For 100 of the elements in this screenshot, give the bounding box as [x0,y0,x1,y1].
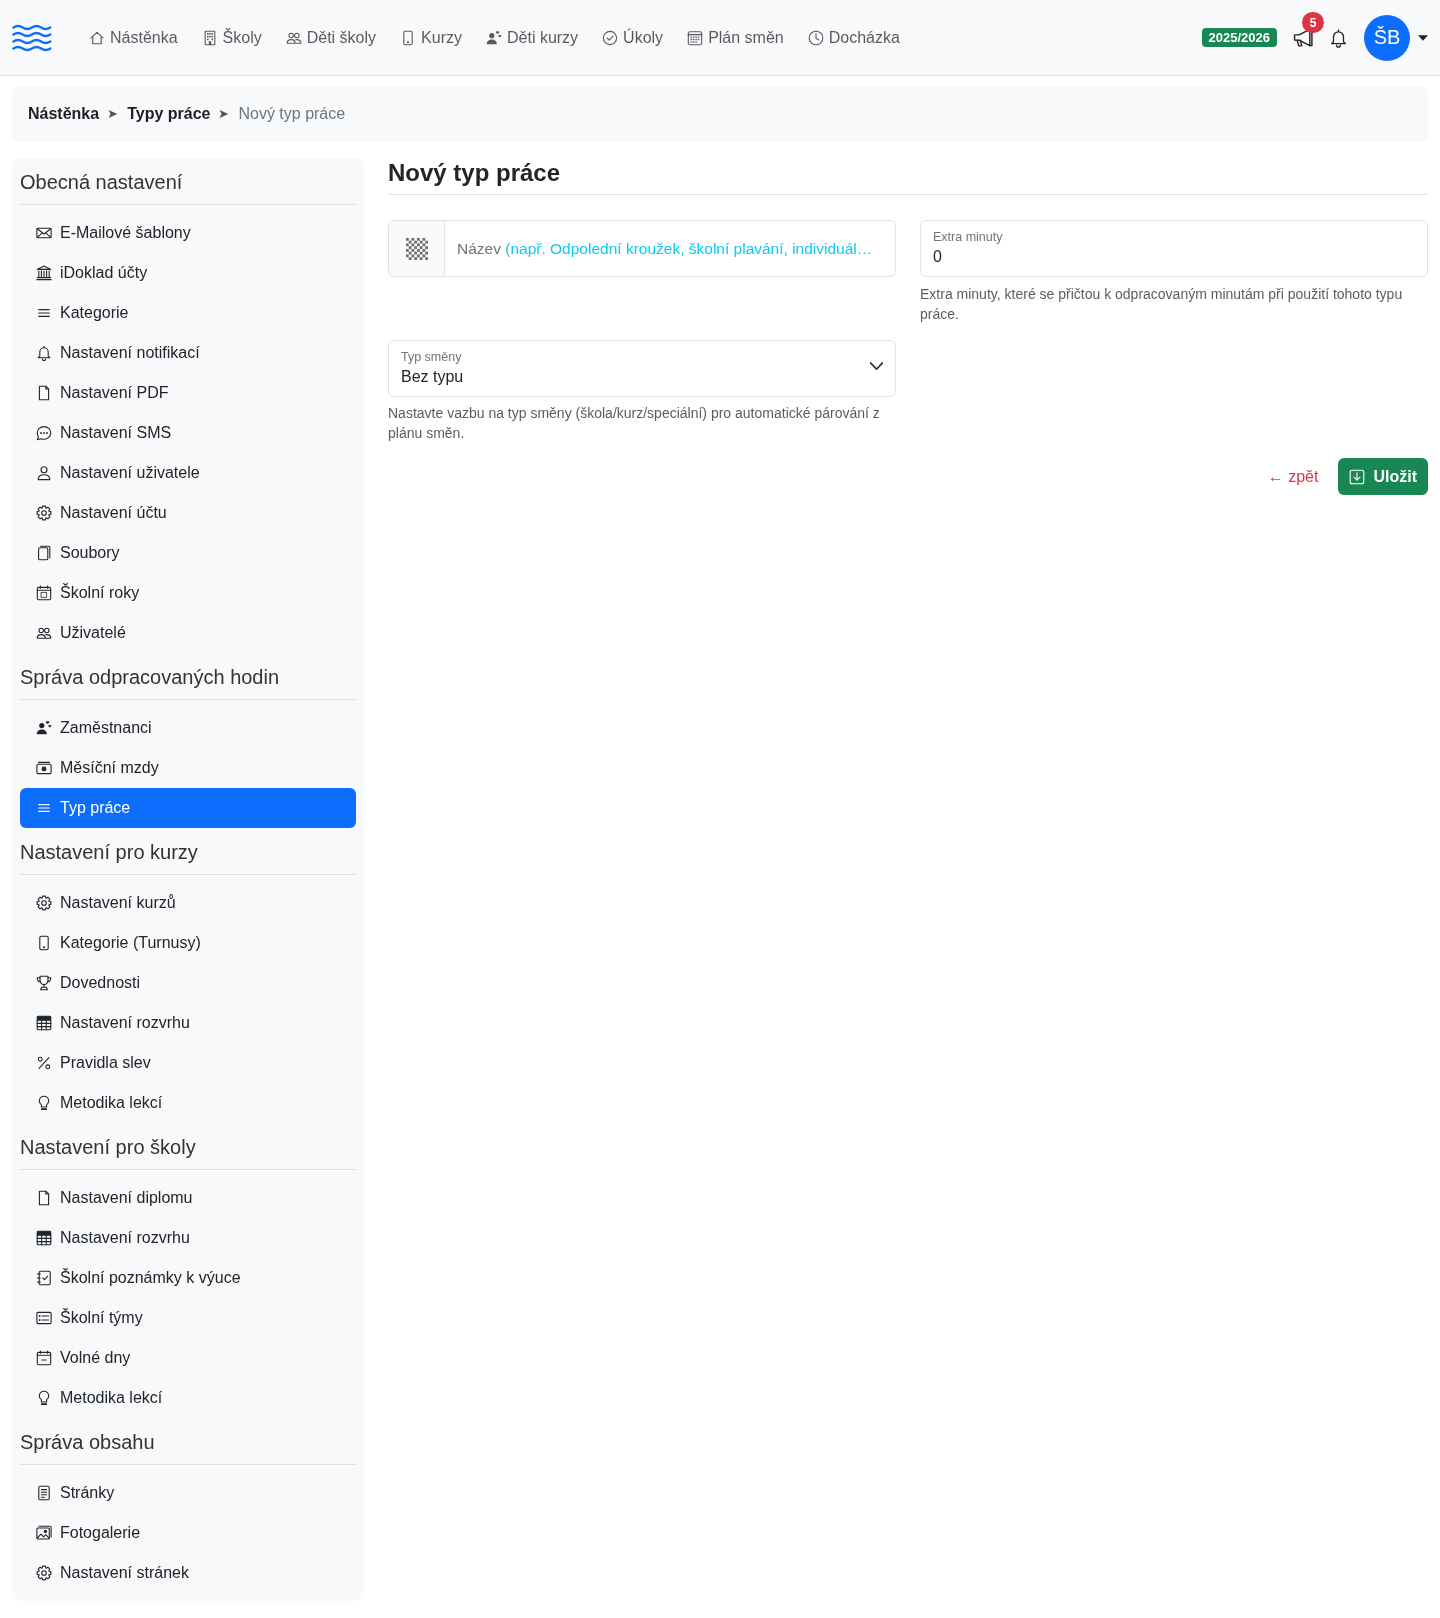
section-heading: Správa obsahu [20,1430,156,1455]
trophy-icon [36,975,52,991]
section-heading: Správa odpracovaných hodin [20,665,281,690]
document-icon [36,1485,52,1501]
sidebar-item[interactable]: Zaměstnanci [20,708,356,748]
field-label: Typ směny [401,350,463,365]
field-value: Bez typu [401,367,464,387]
gear-icon [36,505,52,521]
sidebar-item[interactable]: Kategorie (Turnusy) [20,923,356,963]
caret-down-icon[interactable] [1418,34,1428,41]
house-icon [89,29,105,46]
sidebar-item[interactable]: Metodika lekcí [20,1378,356,1418]
nav-link[interactable]: Děti školy [273,20,389,55]
sidebar-item[interactable]: iDoklad účty [20,253,356,293]
section-heading: Obecná nastavení [20,170,184,195]
lightbulb-icon [36,1390,52,1406]
sidebar-item[interactable]: Fotogalerie [20,1513,356,1553]
sidebar-item[interactable]: Metodika lekcí [20,1083,356,1123]
gear-icon [36,895,52,911]
count-badge: 5 [1302,12,1324,33]
field-value: 0 [933,247,943,267]
back-link[interactable]: ← zpět [1267,467,1319,486]
shift-type-select[interactable]: Typ směny Bez typu [388,340,896,397]
calendar-icon [36,585,52,601]
nav-link[interactable]: Nástěnka [77,20,190,55]
images-icon [36,1525,52,1541]
sidebar-item[interactable]: Dovednosti [20,963,356,1003]
person-hearts-icon [36,720,52,736]
page-title: Nový typ práce [388,158,1428,195]
sidebar-item[interactable]: Nastavení účtu [20,493,356,533]
phone-icon [36,935,52,951]
chat-icon [36,425,52,441]
extra-minutes-field[interactable]: Extra minuty 0 [920,220,1428,277]
school-year-badge: 2025/2026 [1201,28,1277,47]
checkerboard-icon [388,220,445,277]
download-icon [1349,468,1366,485]
percent-icon [36,1055,52,1071]
sidebar-item[interactable]: Nastavení uživatele [20,453,356,493]
nav-link[interactable]: Úkoly [590,20,676,55]
people-icon [36,625,52,641]
sidebar-item[interactable]: Školní poznámky k výuce [20,1258,356,1298]
sidebar-item[interactable]: Nastavení stránek [20,1553,356,1593]
lightbulb-icon [36,1095,52,1111]
sidebar-item[interactable]: Kategorie [20,293,356,333]
help-text: Extra minuty, které se přičtou k odpracovaným minutám při použití tohoto typu práce. [920,285,1404,324]
breadcrumb-link[interactable]: Typy práce [127,105,211,123]
sidebar-item[interactable]: Typ práce [20,788,356,828]
breadcrumb-link[interactable]: Nástěnka [28,105,100,123]
person-icon [36,465,52,481]
table-icon [36,1015,52,1031]
sidebar-item[interactable]: E-Mailové šablony [20,213,356,253]
section-heading: Nastavení pro školy [20,1135,197,1160]
sidebar-item[interactable]: Nastavení rozvrhu [20,1218,356,1258]
field-label: Extra minuty [933,230,1003,245]
name-field[interactable]: Název (např. Odpolední kroužek, školní plavání, individuál… [445,220,896,277]
files-icon [36,545,52,561]
breadcrumb-current: Nový typ práce [238,105,346,123]
sidebar-item[interactable]: Stránky [20,1473,356,1513]
table-icon [36,1230,52,1246]
bell-icon [36,345,52,361]
section-heading: Nastavení pro kurzy [20,840,199,865]
sidebar-item[interactable]: Nastavení diplomu [20,1178,356,1218]
sidebar-item[interactable]: Měsíční mzdy [20,748,356,788]
sidebar-item[interactable]: Volné dny [20,1338,356,1378]
nav-link[interactable]: Plán směn [675,20,796,55]
chevron-down-icon [870,362,883,370]
person-hearts-icon [486,29,502,46]
user-avatar[interactable]: ŠB [1364,14,1410,61]
sidebar-item[interactable]: Školní týmy [20,1298,356,1338]
nav-link[interactable]: Kurzy [388,20,474,55]
file-icon [36,1190,52,1206]
nav-link[interactable]: Děti kurzy [474,20,591,55]
card-list-icon [36,1310,52,1326]
nav-link[interactable]: Docházka [795,20,912,55]
sidebar-item[interactable]: Nastavení PDF [20,373,356,413]
clock-icon [807,29,824,46]
cash-icon [36,760,52,776]
sidebar-item[interactable]: Soubory [20,533,356,573]
sidebar-item[interactable]: Pravidla slev [20,1043,356,1083]
arrowhead-icon [219,109,230,119]
bell-icon[interactable] [1329,27,1348,48]
sidebar-item[interactable]: Nastavení notifikací [20,333,356,373]
notebook-icon [36,1270,52,1286]
help-text: Nastavte vazbu na typ směny (škola/kurz/speciální) pro automatické párování z plánu směn. [388,404,881,443]
calendar-icon [687,29,704,46]
nav-link[interactable]: Školy [189,20,274,55]
file-icon [36,385,52,401]
field-label: Název (např. Odpolední kroužek, školní plavání, individuál… [457,239,873,258]
arrowhead-icon [108,109,119,119]
gear-icon [36,1565,52,1581]
envelope-icon [36,225,52,241]
sidebar-item[interactable]: Nastavení SMS [20,413,356,453]
waves-logo[interactable] [12,23,52,52]
save-button[interactable]: Uložit [1338,458,1428,495]
check-circle-icon [602,29,619,46]
sidebar-item[interactable]: Nastavení kurzů [20,883,356,923]
sidebar-item[interactable]: Nastavení rozvrhu [20,1003,356,1043]
sidebar-item[interactable]: Uživatelé [20,613,356,653]
sidebar-item[interactable]: Školní roky [20,573,356,613]
bank-icon [36,265,52,281]
